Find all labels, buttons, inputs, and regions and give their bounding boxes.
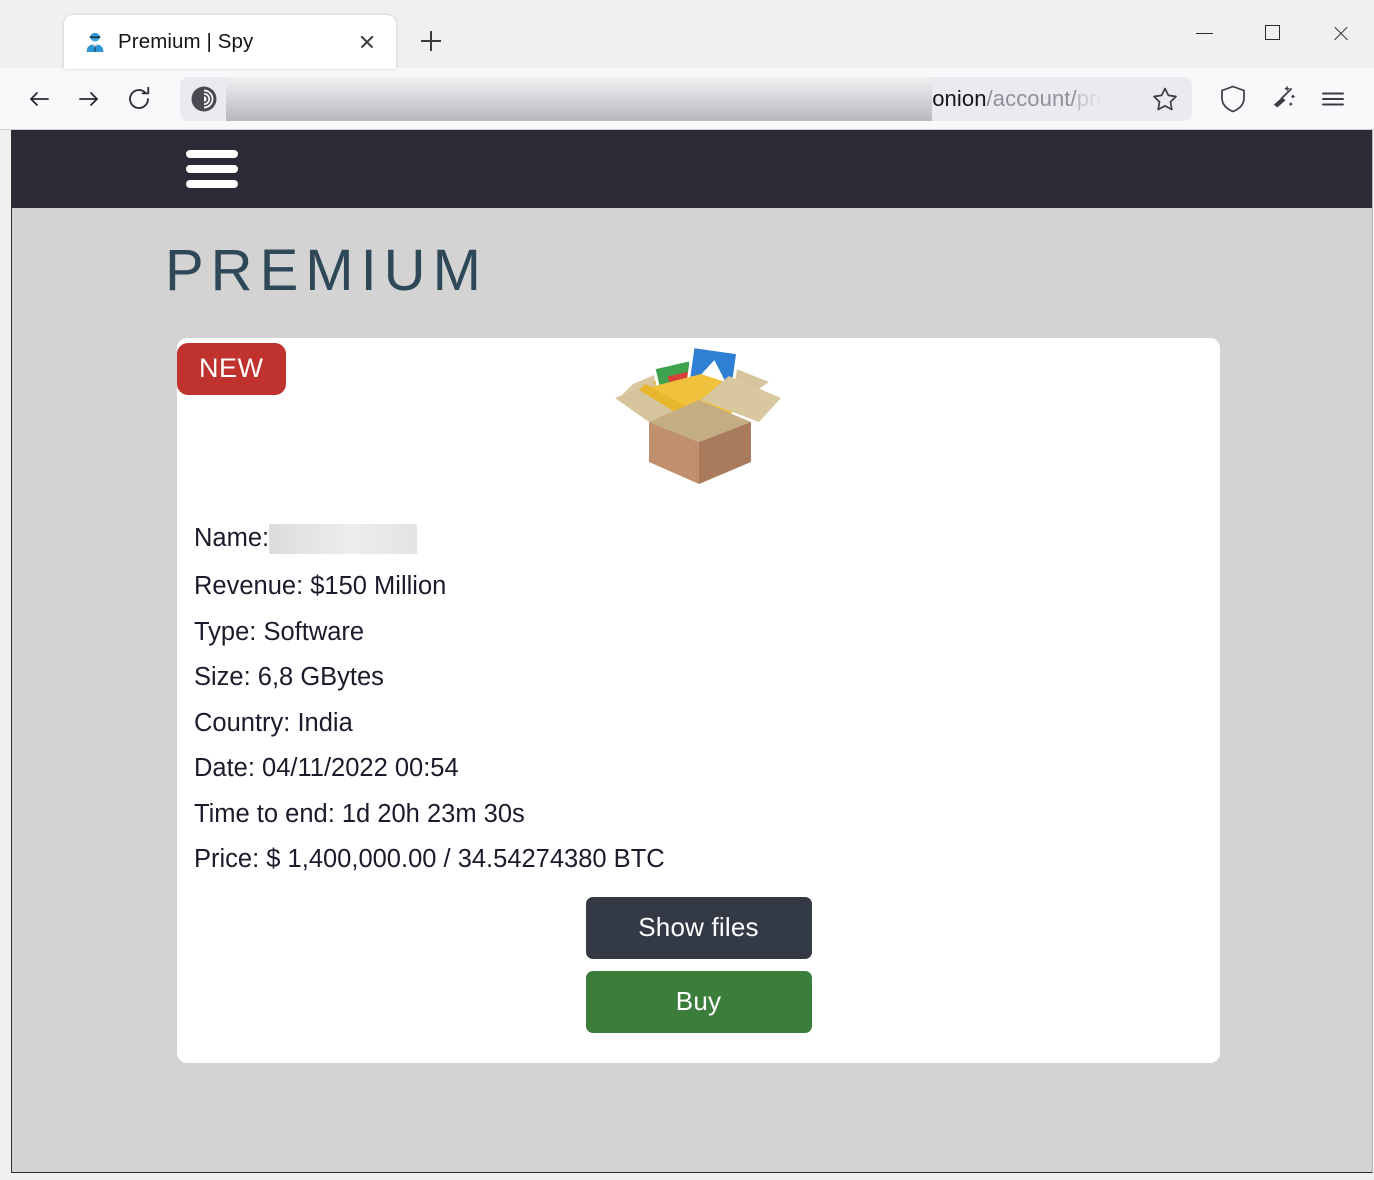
tab-close-icon[interactable] xyxy=(352,27,382,57)
detail-value: Software xyxy=(263,617,365,646)
detail-row-date: Date: 04/11/2022 00:54 xyxy=(194,746,1220,792)
shield-icon[interactable] xyxy=(1210,76,1256,122)
detail-row-time-to-end: Time to end: 1d 20h 23m 30s xyxy=(194,792,1220,838)
detail-label: Time to end: xyxy=(194,799,342,828)
buy-button[interactable]: Buy xyxy=(585,970,812,1033)
site-menu-button[interactable] xyxy=(186,150,238,188)
detail-value: 04/11/2022 00:54 xyxy=(262,754,459,782)
detail-row-price: Price: $ 1,400,000.00 / 34.54274380 BTC xyxy=(194,837,1220,883)
broom-icon[interactable] xyxy=(1260,76,1306,122)
page-viewport: PREMIUM NEW Name: Revenue: $150 Million … xyxy=(11,130,1373,1173)
tab-strip: Premium | Spy xyxy=(0,0,1374,69)
show-files-button[interactable]: Show files xyxy=(585,896,812,959)
detail-value: $150 Million xyxy=(310,572,447,600)
premium-listing-card: NEW Name: Revenue: $150 Million Type: So… xyxy=(177,338,1220,1063)
reload-icon[interactable] xyxy=(116,76,162,122)
new-tab-button[interactable] xyxy=(412,22,450,60)
detail-row-revenue: Revenue: $150 Million xyxy=(194,564,1220,610)
hamburger-menu-icon[interactable] xyxy=(1310,76,1356,122)
detail-label: Country: xyxy=(194,708,298,737)
detail-label: Price: xyxy=(194,845,267,873)
url-path: /account/ xyxy=(986,85,1077,111)
window-minimize-button[interactable] xyxy=(1170,4,1238,64)
address-bar[interactable]: .onion/account/pre xyxy=(180,76,1192,121)
url-domain: .onion xyxy=(926,85,987,111)
detail-row-country: Country: India xyxy=(194,701,1220,747)
star-icon[interactable] xyxy=(1148,82,1182,116)
detail-label: Date: xyxy=(194,754,263,782)
status-badge: NEW xyxy=(177,343,286,395)
url-text-area[interactable]: .onion/account/pre xyxy=(226,76,1148,121)
browser-window: Premium | Spy .onion/account/pre PREMIUM… xyxy=(0,0,1374,1180)
spy-avatar-icon xyxy=(84,31,106,53)
redacted-name-value xyxy=(269,524,418,554)
detail-label: Size: xyxy=(194,663,258,691)
url-redaction-overlay xyxy=(226,76,932,121)
site-navbar xyxy=(12,130,1372,208)
open-box-with-files-icon xyxy=(609,338,789,488)
detail-label: Type: xyxy=(194,617,264,646)
detail-label: Name: xyxy=(194,524,270,553)
back-arrow-icon[interactable] xyxy=(16,76,62,122)
window-close-button[interactable] xyxy=(1306,4,1374,64)
listing-details: Name: Revenue: $150 Million Type: Softwa… xyxy=(194,514,1220,883)
url-path-truncated: pre xyxy=(1076,85,1109,111)
tab-title: Premium | Spy xyxy=(118,30,254,53)
browser-toolbar: .onion/account/pre xyxy=(0,68,1374,130)
forward-arrow-icon[interactable] xyxy=(66,76,112,122)
page-body: PREMIUM NEW Name: Revenue: $150 Million … xyxy=(12,242,1372,1063)
detail-value: 1d 20h 23m 30s xyxy=(341,799,525,828)
detail-value: India xyxy=(297,708,353,737)
detail-value: 6,8 GBytes xyxy=(257,663,384,691)
url-text: .onion/account/pre xyxy=(926,86,1109,112)
tor-onion-icon[interactable] xyxy=(188,83,220,115)
page-title: PREMIUM xyxy=(165,238,488,303)
card-actions: Show files Buy xyxy=(177,896,1220,1033)
detail-row-type: Type: Software xyxy=(194,610,1220,656)
detail-row-name: Name: xyxy=(194,514,1220,564)
detail-row-size: Size: 6,8 GBytes xyxy=(194,655,1220,701)
window-controls xyxy=(1170,0,1374,68)
window-maximize-button[interactable] xyxy=(1238,4,1306,64)
detail-label: Revenue: xyxy=(194,572,311,600)
browser-tab[interactable]: Premium | Spy xyxy=(64,15,396,69)
detail-value: $ 1,400,000.00 / 34.54274380 BTC xyxy=(266,845,665,873)
